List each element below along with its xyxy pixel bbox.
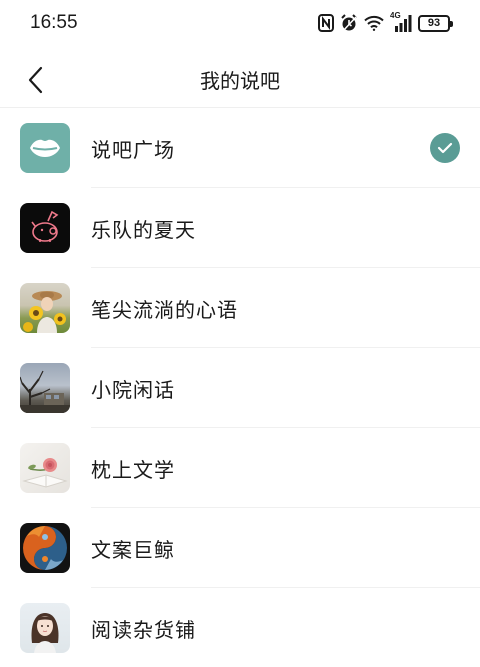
wifi-icon: [364, 15, 384, 31]
status-bar: 16:55 4G 93: [0, 0, 480, 50]
anime-girl-avatar: [20, 603, 70, 653]
page-title: 我的说吧: [200, 69, 280, 93]
list-item-label: 小院闲话: [91, 378, 175, 402]
list-item[interactable]: 说吧广场: [0, 108, 480, 188]
list-item[interactable]: 枕上文学: [0, 428, 480, 508]
list-item[interactable]: 乐队的夏天: [0, 188, 480, 268]
rose-book-avatar: [20, 443, 70, 493]
alarm-icon: [340, 14, 358, 32]
cellular-signal-icon: 4G: [390, 11, 412, 32]
band-pig-logo-icon: [20, 203, 70, 253]
selected-check-icon: [430, 133, 460, 163]
list-item-label: 阅读杂货铺: [91, 618, 196, 642]
status-time: 16:55: [30, 12, 78, 33]
list-item-label: 笔尖流淌的心语: [91, 298, 238, 322]
battery-icon: 93: [418, 14, 453, 32]
list-item-label: 说吧广场: [91, 138, 175, 162]
community-list: 说吧广场 乐队的夏天 笔尖流淌的心语 小院闲话 枕上文学 文案巨鲸 阅读杂货铺: [0, 108, 480, 667]
list-item-label: 乐队的夏天: [91, 218, 196, 242]
nfc-icon: [318, 14, 334, 32]
lips-logo-icon: [20, 123, 70, 173]
sunflower-girl-avatar: [20, 283, 70, 333]
list-item[interactable]: 文案巨鲸: [0, 508, 480, 588]
header: 我的说吧: [0, 50, 480, 108]
courtyard-tree-avatar: [20, 363, 70, 413]
list-item-label: 枕上文学: [91, 458, 175, 482]
yin-yang-fire-ice-avatar: [20, 523, 70, 573]
list-item[interactable]: 阅读杂货铺: [0, 588, 480, 667]
list-item[interactable]: 小院闲话: [0, 348, 480, 428]
status-icons: 4G 93: [318, 11, 453, 32]
list-item-label: 文案巨鲸: [91, 538, 175, 562]
list-item[interactable]: 笔尖流淌的心语: [0, 268, 480, 348]
